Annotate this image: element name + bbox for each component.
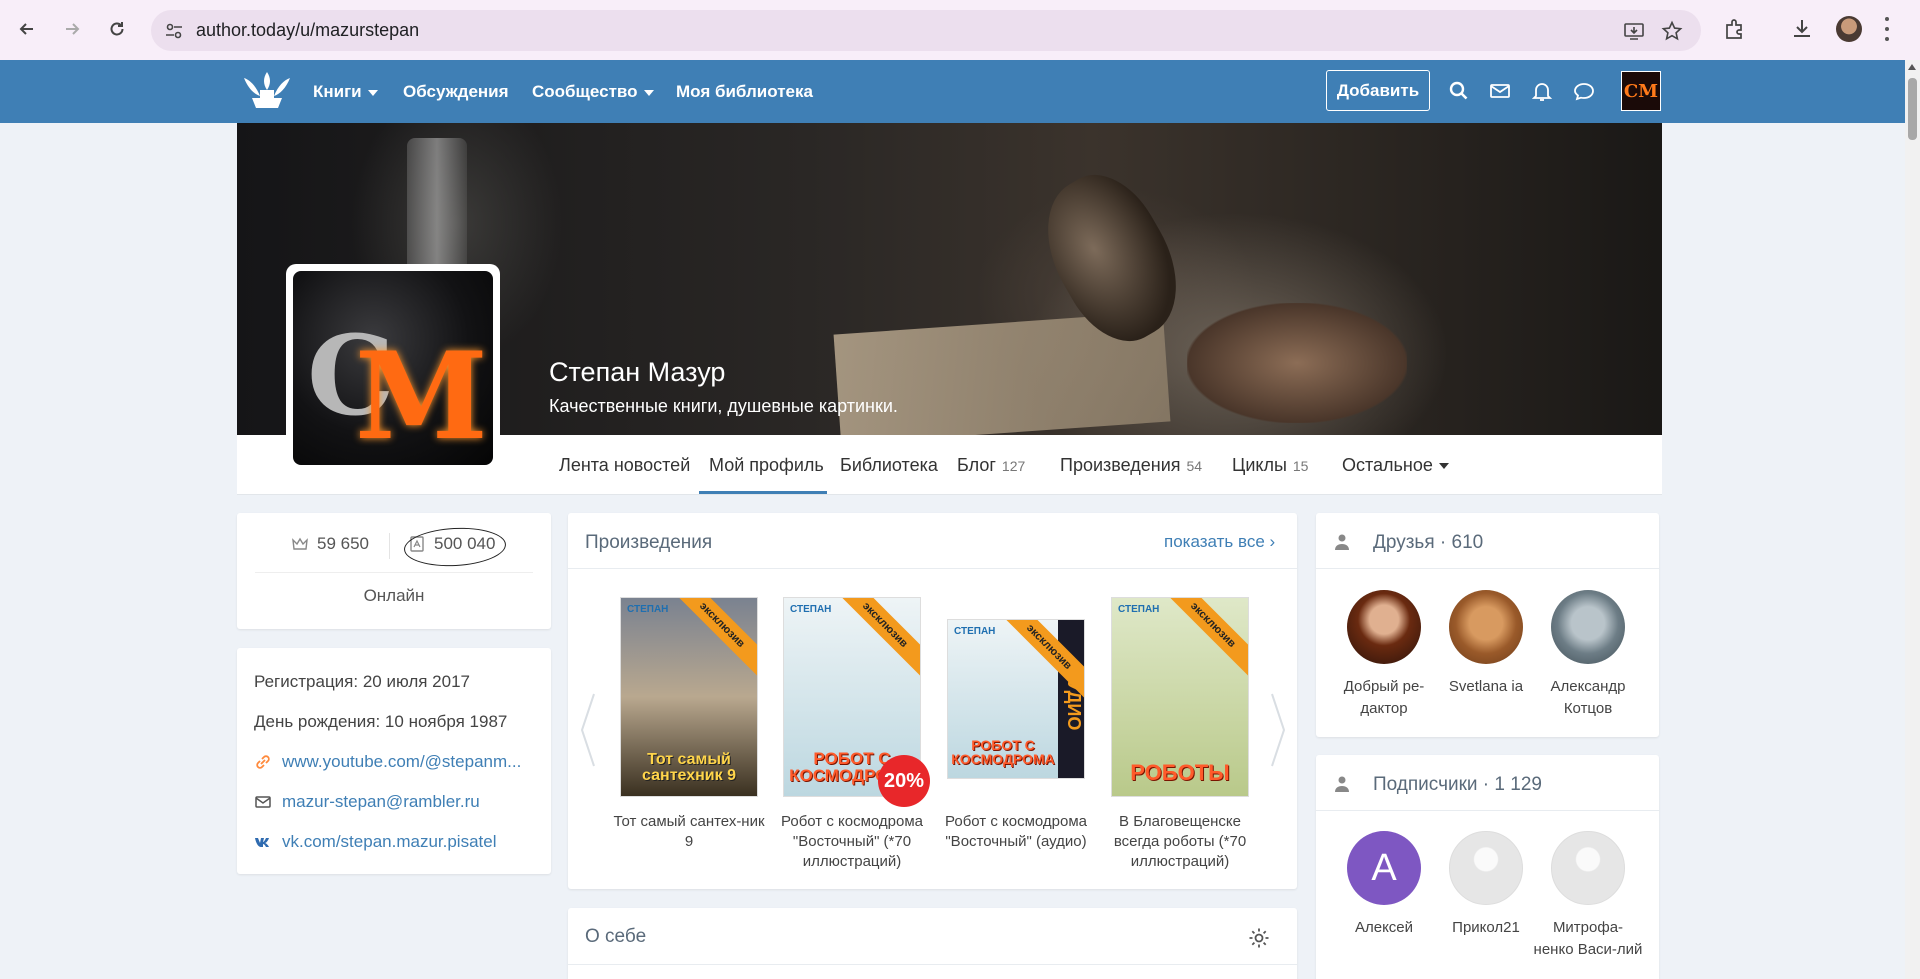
active-tab-indicator [699, 491, 827, 494]
show-all-link[interactable]: показать все › [1164, 532, 1275, 552]
profile-status: Качественные книги, душевные картинки. [549, 396, 898, 416]
star-bookmark-icon[interactable] [1661, 20, 1683, 42]
url-text[interactable]: author.today/u/mazurstepan [196, 20, 419, 41]
forward-button[interactable] [57, 14, 87, 44]
arrow-left-icon [19, 23, 33, 35]
subscriber-item[interactable]: А Алексей [1329, 831, 1439, 939]
back-button[interactable] [12, 14, 42, 44]
book-cover[interactable]: СТЕПАН эксклюзив Тот самый сантехник 9 [620, 597, 758, 797]
friend-avatar [1551, 590, 1625, 664]
carousel-next-icon[interactable] [1268, 690, 1288, 770]
site-header: Книги Обсуждения Сообщество Моя библиоте… [0, 60, 1905, 123]
exclusive-ribbon: эксклюзив [668, 598, 757, 679]
online-status: Онлайн [363, 586, 425, 605]
site-settings-icon[interactable] [163, 20, 185, 42]
browser-menu-button[interactable] [1884, 14, 1890, 44]
stats-card [237, 513, 551, 629]
user-avatar[interactable]: CM [1621, 71, 1661, 111]
about-title: О себе [585, 926, 647, 947]
email-link[interactable]: mazur-stepan@rambler.ru [254, 792, 480, 812]
profile-name: Степан Мазур [549, 357, 726, 387]
chevron-down-icon [1438, 463, 1449, 470]
tab-library[interactable]: Библиотека [840, 455, 938, 476]
subscriber-avatar: А [1347, 831, 1421, 905]
reload-icon [110, 22, 124, 36]
tab-my-profile[interactable]: Мой профиль [709, 455, 824, 476]
profile-avatar[interactable]: C M [286, 264, 500, 472]
gear-icon[interactable] [1247, 926, 1271, 950]
arrow-right-icon [66, 23, 80, 35]
carousel-prev-icon[interactable] [578, 690, 598, 770]
friend-avatar [1347, 590, 1421, 664]
site-logo-icon[interactable] [240, 68, 294, 114]
chat-icon[interactable] [1573, 80, 1595, 102]
subscriber-item[interactable]: Митрофа-ненко Васи-лий [1533, 831, 1643, 961]
friend-avatar [1449, 590, 1523, 664]
scroll-thumb[interactable] [1908, 78, 1917, 140]
bell-icon[interactable] [1531, 80, 1553, 102]
tab-other[interactable]: Остальное [1342, 455, 1449, 476]
book-title[interactable]: В Благовещенске всегда роботы (*70 иллюс… [1100, 812, 1260, 872]
search-icon[interactable] [1448, 80, 1470, 102]
install-app-icon[interactable] [1623, 20, 1645, 42]
friend-item[interactable]: Александр Котцов [1533, 590, 1643, 720]
exclusive-ribbon: эксклюзив [1159, 598, 1248, 679]
friend-item[interactable]: Добрый ре-дактор [1329, 590, 1439, 720]
registration-date: Регистрация: 20 июля 2017 [254, 672, 470, 691]
add-button[interactable]: Добавить [1326, 70, 1430, 111]
browser-profile-avatar[interactable] [1836, 16, 1862, 42]
book-title[interactable]: Робот с космодрома "Восточный" (аудио) [936, 812, 1096, 852]
book-title[interactable]: Тот самый сантех-ник 9 [609, 812, 769, 852]
friend-item[interactable]: Svetlana ia [1431, 590, 1541, 698]
tab-news-feed[interactable]: Лента новостей [559, 455, 690, 476]
friends-icon [1335, 534, 1349, 550]
download-icon[interactable] [1789, 16, 1815, 42]
default-avatar-icon [1551, 831, 1625, 905]
works-title: Произведения [585, 532, 713, 553]
book-title[interactable]: Робот с космодрома "Восточный" (*70 иллю… [772, 812, 932, 872]
subscribers-title: Подписчики · 1 129 [1373, 774, 1542, 795]
default-avatar-icon [1449, 831, 1523, 905]
discount-badge: 20% [878, 755, 930, 807]
chevron-down-icon [367, 89, 378, 96]
page-scrollbar[interactable] [1905, 60, 1920, 979]
chevron-down-icon [643, 89, 654, 96]
reload-button[interactable] [102, 14, 132, 44]
birthday: День рождения: 10 ноября 1987 [254, 712, 508, 731]
about-card [568, 908, 1297, 979]
nav-my-library[interactable]: Моя библиотека [676, 82, 813, 102]
book-cover[interactable]: СТЕПАН АУДИО эксклюзив РОБОТ С КОСМОДРОМ… [947, 619, 1085, 779]
exclusive-ribbon: эксклюзив [831, 598, 920, 679]
link-icon [256, 755, 270, 769]
vk-icon [255, 838, 269, 847]
browser-chrome: author.today/u/mazurstepan [0, 0, 1920, 60]
subscriber-item[interactable]: Прикол21 [1431, 831, 1541, 939]
rating-stat: 59 650 [291, 534, 369, 554]
scroll-up-icon[interactable] [1908, 64, 1916, 70]
mail-icon [255, 796, 271, 808]
youtube-link[interactable]: www.youtube.com/@stepanm... [254, 752, 521, 772]
nav-discussions[interactable]: Обсуждения [403, 82, 509, 102]
extensions-icon[interactable] [1722, 16, 1748, 42]
mail-icon[interactable] [1489, 80, 1511, 102]
subscribers-icon [1335, 776, 1349, 792]
tab-series[interactable]: Циклы 15 [1232, 455, 1308, 476]
tab-blog[interactable]: Блог 127 [957, 455, 1025, 476]
book-cover[interactable]: СТЕПАН эксклюзив РОБОТЫ [1111, 597, 1249, 797]
friends-title: Друзья · 610 [1373, 532, 1484, 553]
address-bar[interactable]: author.today/u/mazurstepan [151, 10, 1701, 51]
crown-icon [292, 537, 308, 550]
vk-link[interactable]: vk.com/stepan.mazur.pisatel [254, 832, 496, 852]
nav-community[interactable]: Сообщество [532, 82, 654, 102]
tab-works[interactable]: Произведения 54 [1060, 455, 1202, 476]
nav-books[interactable]: Книги [313, 82, 378, 102]
